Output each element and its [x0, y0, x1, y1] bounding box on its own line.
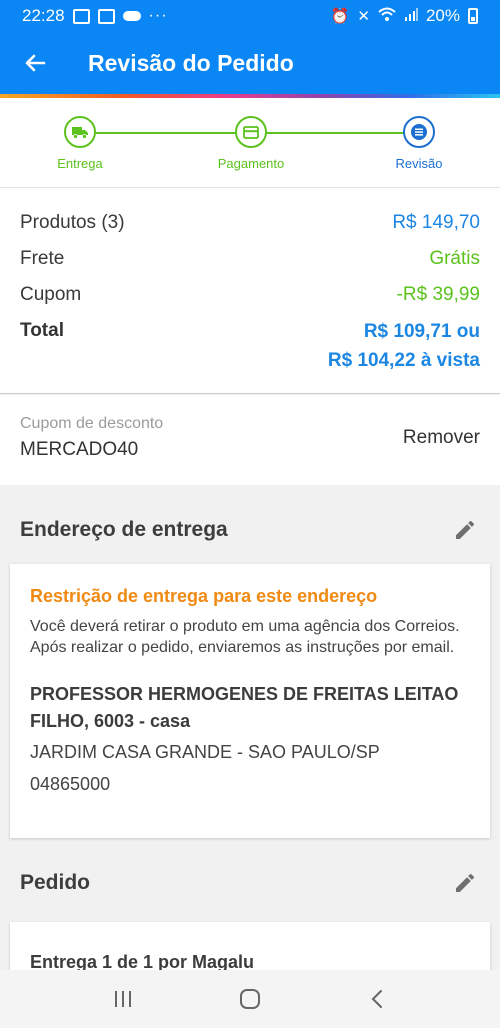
total-cash-value: R$ 104,22 à vista — [327, 350, 480, 371]
coupon-section: Cupom de desconto MERCADO40 Remover — [0, 395, 500, 485]
truck-icon — [64, 116, 96, 148]
battery-icon — [468, 8, 478, 24]
home-icon — [239, 989, 260, 1009]
order-summary: Produtos (3) R$ 149,70 Frete Grátis Cupo… — [0, 188, 500, 394]
back-nav-button[interactable] — [357, 979, 397, 1019]
system-nav-bar — [0, 970, 500, 1028]
shipping-label: Frete — [20, 248, 65, 269]
card-icon — [235, 116, 267, 148]
edit-address-button[interactable] — [452, 517, 478, 543]
products-row: Produtos (3) R$ 149,70 — [20, 212, 480, 234]
coupon-row: Cupom -R$ 39,99 — [20, 284, 480, 306]
status-bar: 22:28 ··· ⏰ ✕ 20% — [0, 0, 500, 32]
list-icon — [403, 116, 435, 148]
mute-icon: ✕ — [357, 8, 370, 25]
address-district: JARDIM CASA GRANDE - SAO PAULO/SP — [30, 742, 380, 762]
address-zip: 04865000 — [30, 774, 111, 794]
coupon-discount-label: Cupom — [20, 284, 82, 305]
delivery-restriction-title: Restrição de entrega para este endereço — [30, 586, 378, 606]
alarm-icon: ⏰ — [330, 8, 350, 25]
products-value: R$ 149,70 — [392, 212, 480, 233]
address-section-title: Endereço de entrega — [20, 518, 228, 541]
step-revisao[interactable]: Revisão — [364, 116, 474, 171]
step-label: Pagamento — [217, 156, 285, 171]
order-section-title: Pedido — [20, 871, 91, 894]
page-title: Revisão do Pedido — [88, 49, 294, 76]
arrow-left-icon — [25, 54, 46, 72]
shipping-value: Grátis — [429, 248, 480, 269]
back-button[interactable] — [0, 32, 70, 94]
gallery-notification-icon — [72, 8, 90, 24]
recent-apps-button[interactable] — [103, 979, 143, 1019]
total-values: R$ 109,71 ou R$ 104,22 à vista — [328, 317, 480, 375]
total-row: Total R$ 109,71 ou R$ 104,22 à vista — [20, 320, 480, 375]
app-bar: Revisão do Pedido — [0, 32, 500, 94]
recent-apps-icon — [115, 991, 132, 1007]
wifi-icon — [378, 7, 396, 25]
step-entrega[interactable]: Entrega — [25, 116, 135, 171]
step-label: Entrega — [57, 156, 103, 171]
coupon-code: MERCADO40 — [20, 439, 139, 460]
shipping-row: Frete Grátis — [20, 248, 480, 270]
home-button[interactable] — [230, 979, 270, 1019]
status-time: 22:28 — [22, 6, 65, 25]
pencil-icon — [456, 874, 474, 892]
signal-icon — [404, 7, 418, 25]
pencil-icon — [456, 521, 474, 539]
coupon-label: Cupom de desconto — [20, 415, 164, 432]
chevron-left-icon — [371, 990, 382, 1008]
remove-coupon-button[interactable]: Remover — [403, 427, 480, 449]
calendar-notification-icon — [97, 8, 115, 24]
total-installment-value: R$ 109,71 ou — [363, 321, 480, 342]
delivery-restriction-text: Você deverá retirar o produto em uma agê… — [30, 618, 460, 656]
cloud-icon — [122, 11, 141, 21]
coupon-discount-value: -R$ 39,99 — [396, 284, 480, 305]
more-notifications-icon: ··· — [148, 7, 168, 24]
edit-order-button[interactable] — [452, 870, 478, 896]
status-right: ⏰ ✕ 20% — [331, 6, 478, 26]
address-street: PROFESSOR HERMOGENES DE FREITAS LEITAO F… — [30, 684, 459, 731]
products-label: Produtos (3) — [20, 212, 125, 233]
total-label: Total — [20, 320, 64, 341]
checkout-stepper: Entrega Pagamento Revisão — [0, 98, 500, 188]
battery-level: 20% — [425, 6, 460, 25]
status-left: 22:28 ··· — [22, 6, 168, 26]
address-card: Restrição de entrega para este endereço … — [10, 564, 490, 838]
step-pagamento[interactable]: Pagamento — [196, 116, 306, 171]
step-label: Revisão — [395, 156, 443, 171]
